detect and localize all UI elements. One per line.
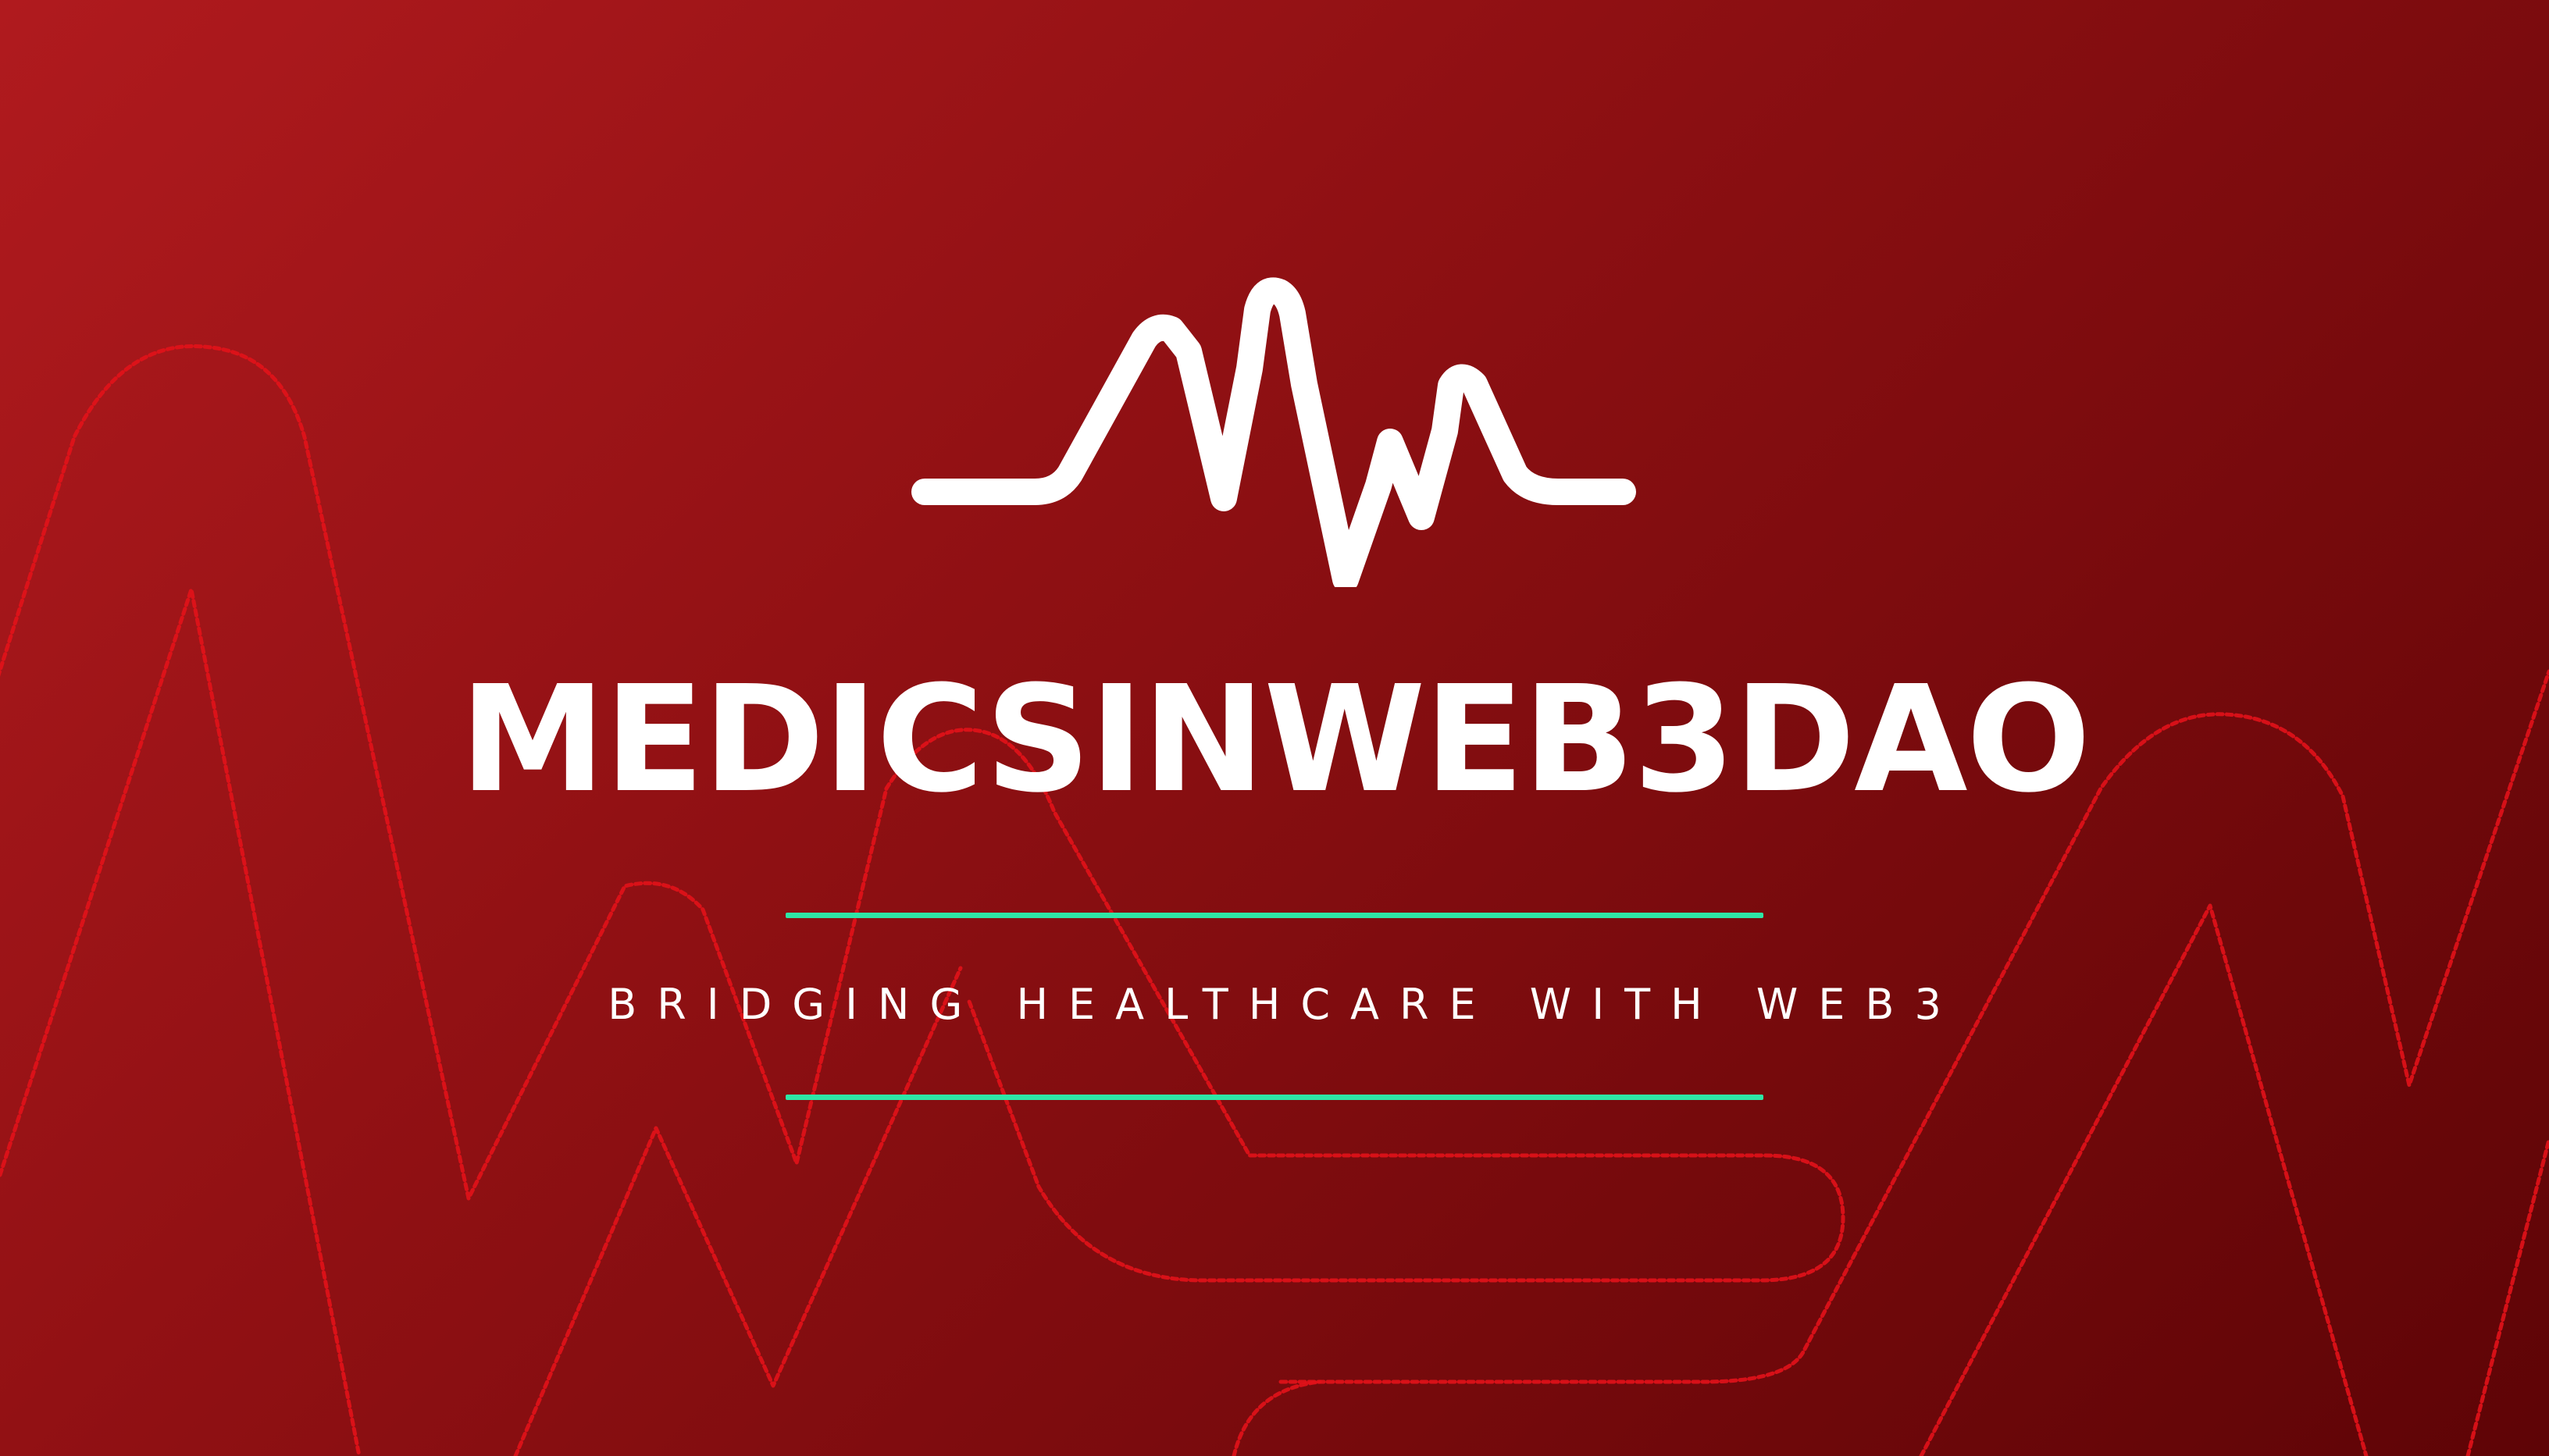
tagline: BRIDGING HEALTHCARE WITH WEB3 bbox=[608, 980, 1962, 1029]
wave-line-right-edge bbox=[2465, 1137, 2549, 1456]
heartbeat-pulse-icon bbox=[911, 277, 1636, 587]
wave-line-middle bbox=[513, 966, 963, 1456]
divider-line-bottom bbox=[786, 1095, 1763, 1100]
org-title: MEDICSINWEB3DAO bbox=[459, 654, 2091, 825]
divider-line-top bbox=[786, 913, 1763, 918]
banner: MEDICSINWEB3DAO BRIDGING HEALTHCARE WITH… bbox=[0, 0, 2549, 1456]
